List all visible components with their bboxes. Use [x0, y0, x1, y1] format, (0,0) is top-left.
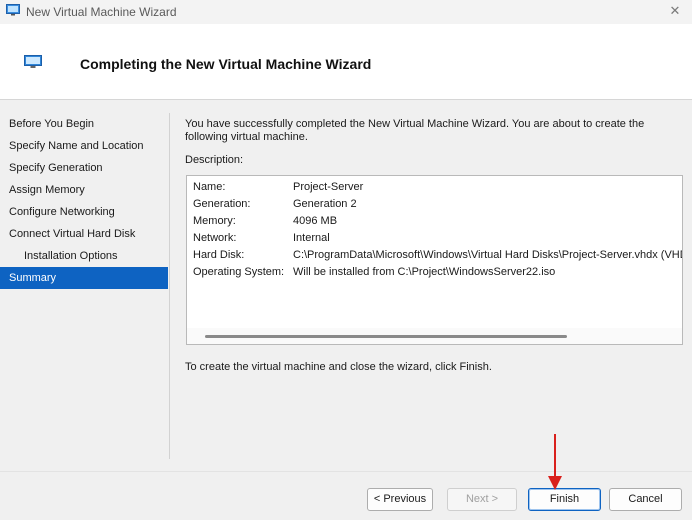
nav-item-before-you-begin[interactable]: Before You Begin — [0, 113, 168, 135]
nav-item-specify-generation[interactable]: Specify Generation — [0, 157, 168, 179]
wizard-footer: < Previous Next > Finish Cancel — [0, 471, 692, 520]
row-key: Memory: — [193, 215, 236, 227]
nav-item-configure-networking[interactable]: Configure Networking — [0, 201, 168, 223]
window-title: New Virtual Machine Wizard — [26, 5, 177, 19]
row-key: Hard Disk: — [193, 249, 245, 261]
row-value: Project-Server — [293, 181, 364, 193]
scrollbar-thumb[interactable] — [205, 335, 567, 338]
nav-item-summary[interactable]: Summary — [0, 267, 168, 289]
wizard-header: Completing the New Virtual Machine Wizar… — [0, 24, 692, 100]
title-bar: New Virtual Machine Wizard ✕ — [0, 0, 692, 24]
description-label: Description: — [185, 154, 244, 166]
virtual-machine-icon — [6, 4, 20, 16]
nav-item-assign-memory[interactable]: Assign Memory — [0, 179, 168, 201]
row-value: C:\ProgramData\Microsoft\Windows\Virtual… — [293, 249, 682, 261]
cancel-button[interactable]: Cancel — [609, 488, 682, 511]
close-icon[interactable]: ✕ — [664, 2, 686, 20]
description-box[interactable]: Name: Project-Server Generation: Generat… — [186, 175, 683, 345]
row-key: Operating System: — [193, 266, 285, 278]
previous-button[interactable]: < Previous — [367, 488, 433, 511]
row-value: 4096 MB — [293, 215, 338, 227]
virtual-machine-icon — [24, 55, 42, 68]
row-value: Generation 2 — [293, 198, 357, 210]
next-button[interactable]: Next > — [447, 488, 517, 511]
nav-divider — [169, 113, 170, 459]
row-key: Network: — [193, 232, 237, 244]
intro-text: You have successfully completed the New … — [185, 118, 645, 143]
page-title: Completing the New Virtual Machine Wizar… — [80, 56, 372, 72]
summary-panel: You have successfully completed the New … — [185, 118, 685, 166]
wizard-steps-nav: Before You Begin Specify Name and Locati… — [0, 113, 168, 289]
row-value: Will be installed from C:\Project\Window… — [293, 266, 556, 278]
finish-instruction-text: To create the virtual machine and close … — [185, 361, 492, 373]
annotation-arrow-icon — [548, 434, 562, 490]
nav-item-specify-name-and-location[interactable]: Specify Name and Location — [0, 135, 168, 157]
horizontal-scrollbar[interactable] — [187, 328, 682, 344]
finish-button[interactable]: Finish — [528, 488, 601, 511]
row-key: Generation: — [193, 198, 251, 210]
nav-item-installation-options[interactable]: Installation Options — [0, 245, 168, 267]
row-value: Internal — [293, 232, 330, 244]
row-key: Name: — [193, 181, 226, 193]
nav-item-connect-virtual-hard-disk[interactable]: Connect Virtual Hard Disk — [0, 223, 168, 245]
